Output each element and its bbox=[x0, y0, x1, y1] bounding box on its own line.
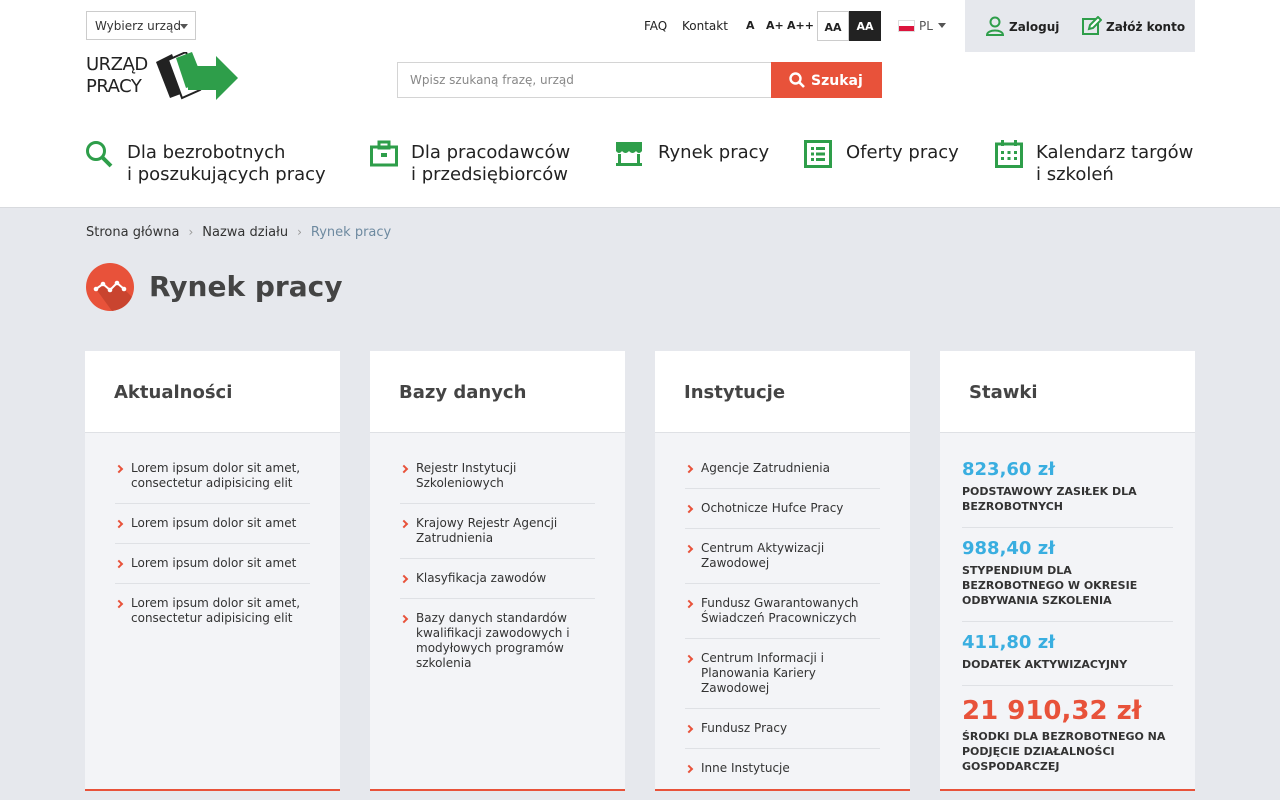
chevron-down-icon bbox=[937, 23, 946, 28]
rate-label: ŚRODKI DLA BEZROBOTNEGO NA PODJĘCIE DZIA… bbox=[962, 730, 1166, 773]
nav-labour-market-label: Rynek pracy bbox=[658, 142, 770, 163]
search-icon bbox=[86, 141, 113, 168]
logo-text-line2: PRACY bbox=[86, 76, 142, 97]
rates-card: Stawki 823,60 zł PODSTAWOWY ZASIŁEK DLA … bbox=[940, 351, 1195, 791]
nav-job-offers-label: Oferty pracy bbox=[846, 142, 959, 163]
font-size-xlarge[interactable]: A++ bbox=[787, 19, 814, 32]
institutions-list: Agencje Zatrudnienia Ochotnicze Hufce Pr… bbox=[655, 433, 910, 788]
language-label: PL bbox=[919, 19, 933, 33]
chevron-down-icon bbox=[180, 24, 188, 29]
list-item[interactable]: Fundusz Pracy bbox=[685, 721, 880, 749]
search-button[interactable]: Szukaj bbox=[771, 62, 882, 98]
list-item[interactable]: Centrum Aktywizacji Zawodowej bbox=[685, 541, 880, 584]
logo-arrow-icon bbox=[156, 52, 238, 100]
list-item[interactable]: Lorem ipsum dolor sit amet bbox=[115, 516, 310, 544]
office-select[interactable]: Wybierz urząd bbox=[86, 11, 196, 40]
search-button-label: Szukaj bbox=[811, 72, 863, 89]
nav-unemployed-line2: i poszukujących pracy bbox=[127, 164, 326, 185]
rate-value: 21 910,32 zł bbox=[962, 696, 1142, 726]
chevron-right-icon: › bbox=[188, 225, 194, 239]
breadcrumb-current: Rynek pracy bbox=[310, 225, 392, 240]
logo[interactable]: URZĄD PRACY bbox=[86, 52, 238, 104]
language-select[interactable]: PL bbox=[898, 19, 946, 33]
poland-flag-icon bbox=[898, 20, 915, 32]
user-icon bbox=[985, 16, 1005, 36]
breadcrumb-section[interactable]: Nazwa działu bbox=[202, 225, 288, 240]
site-header: Wybierz urząd URZĄD PRACY FAQ Kontakt A … bbox=[0, 0, 1280, 208]
databases-card: Bazy danych Rejestr Instytucji Szkolenio… bbox=[370, 351, 625, 791]
chart-line-icon bbox=[86, 263, 134, 311]
office-select-label: Wybierz urząd bbox=[95, 19, 181, 33]
rates-list: 823,60 zł PODSTAWOWY ZASIŁEK DLA BEZROBO… bbox=[940, 433, 1195, 787]
register-label: Załóż konto bbox=[1106, 20, 1186, 34]
rates-card-title: Stawki bbox=[940, 351, 1195, 433]
news-card-title: Aktualności bbox=[85, 351, 340, 433]
breadcrumb: Strona główna › Nazwa działu › Rynek pracy bbox=[86, 225, 391, 240]
nav-employers-line1: Dla pracodawców bbox=[411, 142, 571, 163]
contact-link[interactable]: Kontakt bbox=[682, 19, 728, 33]
register-button[interactable]: Załóż konto bbox=[1082, 15, 1186, 36]
font-size-large[interactable]: A+ bbox=[766, 19, 784, 32]
contrast-high-button[interactable]: AA bbox=[849, 11, 881, 41]
rate-label: STYPENDIUM DLA BEZROBOTNEGO W OKRESIE OD… bbox=[962, 564, 1138, 607]
news-card: Aktualności Lorem ipsum dolor sit amet, … bbox=[85, 351, 340, 791]
rate-value: 411,80 zł bbox=[962, 632, 1055, 653]
font-size-normal[interactable]: A bbox=[746, 19, 755, 32]
list-item[interactable]: Krajowy Rejestr Agencji Zatrudnienia bbox=[400, 516, 595, 559]
nav-calendar-line1: Kalendarz targów bbox=[1036, 142, 1194, 163]
chevron-right-icon: › bbox=[297, 225, 302, 239]
databases-list: Rejestr Instytucji Szkoleniowych Krajowy… bbox=[370, 433, 625, 683]
news-list: Lorem ipsum dolor sit amet, consectetur … bbox=[85, 433, 340, 638]
briefcase-icon bbox=[370, 140, 398, 167]
list-item[interactable]: Agencje Zatrudnienia bbox=[685, 461, 880, 489]
list-item[interactable]: Fundusz Gwarantowanych Świadczeń Pracown… bbox=[685, 596, 880, 639]
list-item[interactable]: Inne Instytucje bbox=[685, 761, 880, 788]
search-input[interactable] bbox=[397, 62, 771, 98]
search-icon bbox=[789, 71, 805, 88]
rate-item: 21 910,32 zł ŚRODKI DLA BEZROBOTNEGO NA … bbox=[962, 696, 1173, 787]
list-item[interactable]: Rejestr Instytucji Szkoleniowych bbox=[400, 461, 595, 504]
breadcrumb-home[interactable]: Strona główna bbox=[86, 225, 179, 240]
search-bar: Szukaj bbox=[397, 62, 882, 98]
rate-label: PODSTAWOWY ZASIŁEK DLA BEZROBOTNYCH bbox=[962, 485, 1137, 513]
calendar-icon bbox=[995, 140, 1023, 168]
rate-item: 988,40 zł STYPENDIUM DLA BEZROBOTNEGO W … bbox=[962, 538, 1173, 622]
list-icon bbox=[804, 140, 832, 168]
list-item[interactable]: Ochotnicze Hufce Pracy bbox=[685, 501, 880, 529]
nav-calendar-line2: i szkoleń bbox=[1036, 164, 1114, 185]
contrast-normal-button[interactable]: AA bbox=[817, 11, 849, 41]
rate-value: 988,40 zł bbox=[962, 538, 1055, 559]
page-title: Rynek pracy bbox=[149, 270, 343, 303]
rate-item: 411,80 zł DODATEK AKTYWIZACYJNY bbox=[962, 632, 1173, 686]
logo-text-line1: URZĄD bbox=[86, 54, 148, 75]
rate-value: 823,60 zł bbox=[962, 459, 1055, 480]
login-label: Zaloguj bbox=[1009, 20, 1060, 34]
rate-label: DODATEK AKTYWIZACYJNY bbox=[962, 658, 1128, 671]
nav-unemployed-line1: Dla bezrobotnych bbox=[127, 142, 286, 163]
edit-icon bbox=[1082, 15, 1103, 35]
institutions-card-title: Instytucje bbox=[655, 351, 910, 433]
login-button[interactable]: Zaloguj bbox=[985, 16, 1059, 36]
account-panel: Zaloguj Załóż konto bbox=[965, 0, 1195, 52]
list-item[interactable]: Bazy danych standardów kwalifikacji zawo… bbox=[400, 611, 595, 683]
databases-card-title: Bazy danych bbox=[370, 351, 625, 433]
list-item[interactable]: Lorem ipsum dolor sit amet bbox=[115, 556, 310, 584]
nav-employers-line2: i przedsiębiorców bbox=[411, 164, 569, 185]
list-item[interactable]: Centrum Informacji i Planowania Kariery … bbox=[685, 651, 880, 709]
list-item[interactable]: Lorem ipsum dolor sit amet, consectetur … bbox=[115, 596, 310, 638]
institutions-card: Instytucje Agencje Zatrudnienia Ochotnic… bbox=[655, 351, 910, 791]
market-stall-icon bbox=[616, 142, 642, 166]
rate-item: 823,60 zł PODSTAWOWY ZASIŁEK DLA BEZROBO… bbox=[962, 459, 1173, 528]
list-item[interactable]: Lorem ipsum dolor sit amet, consectetur … bbox=[115, 461, 310, 504]
list-item[interactable]: Klasyfikacja zawodów bbox=[400, 571, 595, 599]
faq-link[interactable]: FAQ bbox=[644, 19, 667, 33]
